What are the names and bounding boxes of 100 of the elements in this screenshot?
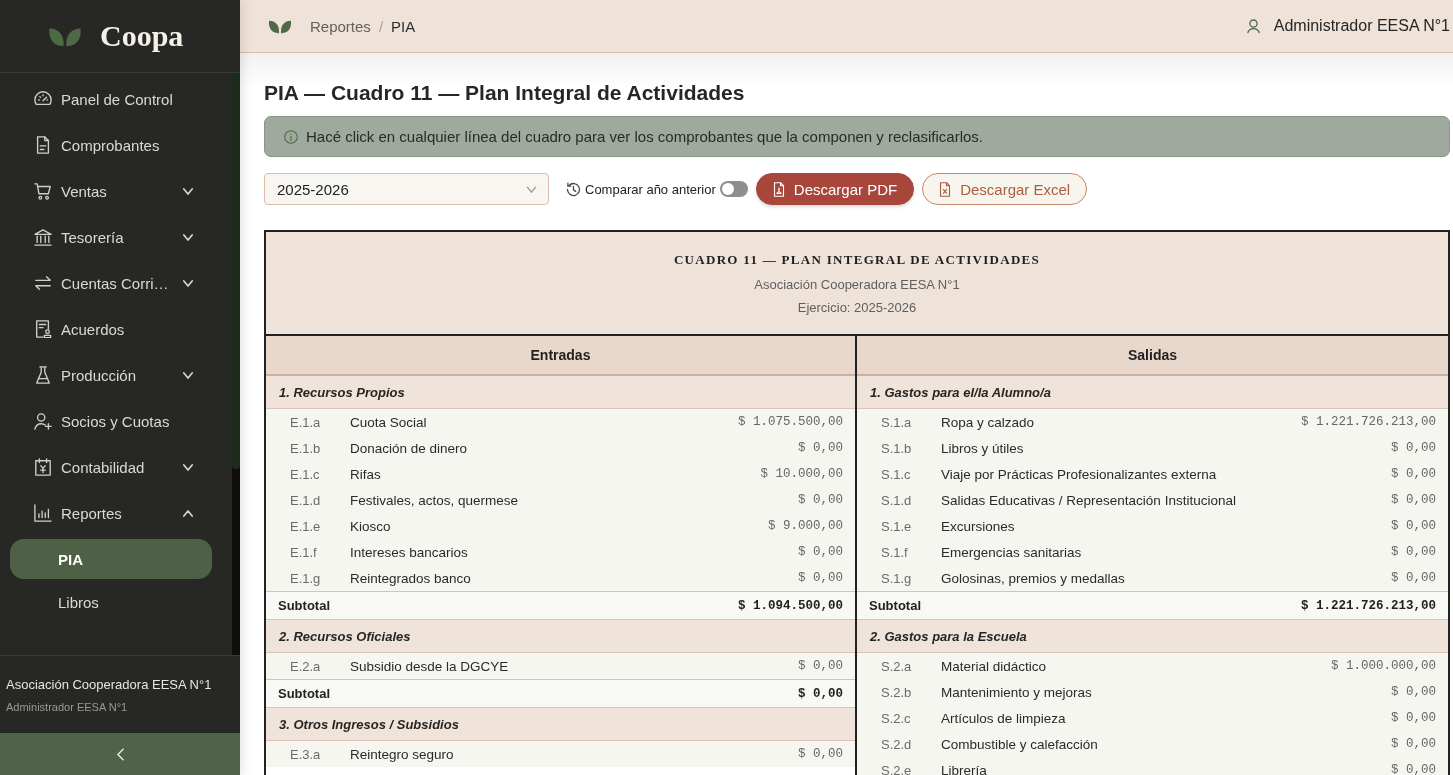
flask-icon	[34, 366, 52, 384]
row-amount: $ 0,00	[798, 659, 843, 673]
section-header: 1. Recursos Propios	[266, 376, 855, 409]
row-code: S.1.b	[881, 440, 913, 456]
row-label: Viaje por Prácticas Profesionalizantes externa	[941, 466, 1218, 482]
compare-toggle[interactable]	[719, 181, 748, 197]
info-text: Hacé click en cualquier línea del cuadro para ver los comprobantes que la componen y reclasificarlos.	[306, 128, 984, 145]
row-label: Golosinas, premios y medallas	[941, 570, 1126, 586]
calendar-icon	[34, 458, 52, 476]
row-amount: $ 0,00	[798, 493, 843, 507]
row-amount: $ 0,00	[1391, 467, 1436, 481]
nav-item[interactable]: Tesorería	[0, 214, 232, 260]
user-icon	[1246, 18, 1260, 34]
row-amount: $ 0,00	[1391, 441, 1436, 455]
nav-subitem[interactable]: Libros	[10, 582, 212, 622]
page-title: PIA — Cuadro 11 — Plan Integral de Actividades	[264, 81, 746, 105]
row-label: Combustible y calefacción	[941, 736, 1099, 752]
row-code: S.1.a	[881, 414, 913, 430]
report-title: CUADRO 11 — PLAN INTEGRAL DE ACTIVIDADES	[672, 252, 1042, 267]
column-header: Salidas	[857, 336, 1448, 376]
row-code: E.1.d	[290, 492, 322, 508]
row-code: S.1.d	[881, 492, 913, 508]
chevron-down-icon	[526, 185, 537, 193]
subtotal-label: Subtotal	[869, 598, 921, 613]
contract-icon	[34, 320, 52, 338]
scrollbar[interactable]	[232, 73, 240, 655]
row-code: E.1.a	[290, 414, 322, 430]
collapse-sidebar-button[interactable]	[0, 733, 240, 775]
row-label: Donación de dinero	[350, 440, 469, 456]
nav-item[interactable]: Comprobantes	[0, 122, 232, 168]
user-plus-icon	[34, 412, 52, 430]
download-excel-button[interactable]: Descargar Excel	[922, 173, 1088, 205]
user-name: Administrador EESA N°1	[6, 700, 129, 713]
row-label: Festivales, actos, quermese	[350, 492, 520, 508]
row-amount: $ 0,00	[1391, 545, 1436, 559]
brand-name: Coopa	[100, 19, 184, 53]
year-select[interactable]: 2025-2026	[264, 173, 549, 205]
cart-icon	[34, 182, 52, 200]
chevron-left-icon	[116, 747, 124, 761]
row-amount: $ 0,00	[798, 441, 843, 455]
scrollbar-thumb[interactable]	[232, 73, 240, 469]
document-x-icon	[939, 181, 952, 197]
info-icon	[284, 129, 298, 144]
leaf-logo-icon	[48, 25, 82, 47]
row-amount: $ 0,00	[1391, 519, 1436, 533]
nav-item[interactable]: Acuerdos	[0, 306, 232, 352]
row-amount: $ 0,00	[1391, 711, 1436, 725]
nav-subitem[interactable]: PIA	[10, 539, 212, 579]
user-name[interactable]: Administrador EESA N°1	[1273, 17, 1450, 35]
nav-item[interactable]: Cuentas Corri…	[0, 260, 232, 306]
nav-item[interactable]: Reportes	[0, 490, 232, 536]
row-amount: $ 0,00	[798, 747, 843, 761]
nav-item[interactable]: Panel de Control	[0, 76, 232, 122]
row-amount: $ 1.000.000,00	[1330, 659, 1436, 673]
nav-item[interactable]: Socios y Cuotas	[0, 398, 232, 444]
row-code: E.1.b	[290, 440, 322, 456]
row-amount: $ 0,00	[1391, 737, 1436, 751]
row-code: E.1.c	[290, 466, 321, 482]
row-label: Artículos de limpieza	[941, 710, 1067, 726]
row-code: E.1.f	[290, 544, 318, 560]
row-code: S.2.e	[881, 762, 913, 775]
row-code: S.1.f	[881, 544, 909, 560]
row-amount: $ 1.221.726.213,00	[1300, 415, 1436, 429]
gauge-icon	[34, 90, 52, 108]
section-header: 1. Gastos para el/la Alumno/a	[857, 376, 1448, 409]
row-amount: $ 1.075.500,00	[737, 415, 843, 429]
row-code: S.1.c	[881, 466, 912, 482]
row-code: S.1.g	[881, 570, 913, 586]
column-header: Entradas	[266, 336, 855, 376]
row-label: Reintegro seguro	[350, 746, 455, 762]
breadcrumb-link[interactable]: PIA	[391, 17, 416, 35]
row-label: Rifas	[350, 466, 382, 482]
row-label: Kiosco	[350, 518, 392, 534]
document-icon	[34, 136, 52, 154]
subtotal-label: Subtotal	[278, 686, 330, 701]
subtotal-amount: $ 1.221.726.213,00	[1300, 598, 1436, 613]
leaf-logo-icon	[268, 18, 292, 34]
section-header: 2. Gastos para la Escuela	[857, 620, 1448, 653]
row-label: Reintegrados banco	[350, 570, 472, 586]
row-label: Excursiones	[941, 518, 1016, 534]
section-header: 3. Otros Ingresos / Subsidios	[266, 708, 855, 741]
nav-item[interactable]: Producción	[0, 352, 232, 398]
row-code: S.1.e	[881, 518, 913, 534]
section-header: 2. Recursos Oficiales	[266, 620, 855, 653]
breadcrumb-separator: /	[378, 17, 384, 35]
row-label: Ropa y calzado	[941, 414, 1036, 430]
organization-name: Asociación Cooperadora EESA N°1	[6, 676, 213, 692]
subtotal-amount: $ 1.094.500,00	[737, 598, 843, 613]
nav-item[interactable]: Ventas	[0, 168, 232, 214]
nav-item[interactable]: Contabilidad	[0, 444, 232, 490]
breadcrumb-link[interactable]: Reportes	[310, 17, 371, 35]
row-label: Mantenimiento y mejoras	[941, 684, 1093, 700]
history-icon	[566, 181, 581, 197]
row-code: E.2.a	[290, 658, 322, 674]
row-code: E.1.e	[290, 518, 322, 534]
bank-icon	[34, 228, 52, 246]
download-pdf-button[interactable]: Descargar PDF	[755, 173, 915, 205]
row-amount: $ 0,00	[1391, 763, 1436, 775]
bar-chart-icon	[34, 504, 52, 522]
row-label: Subsidio desde la DGCYE	[350, 658, 510, 674]
